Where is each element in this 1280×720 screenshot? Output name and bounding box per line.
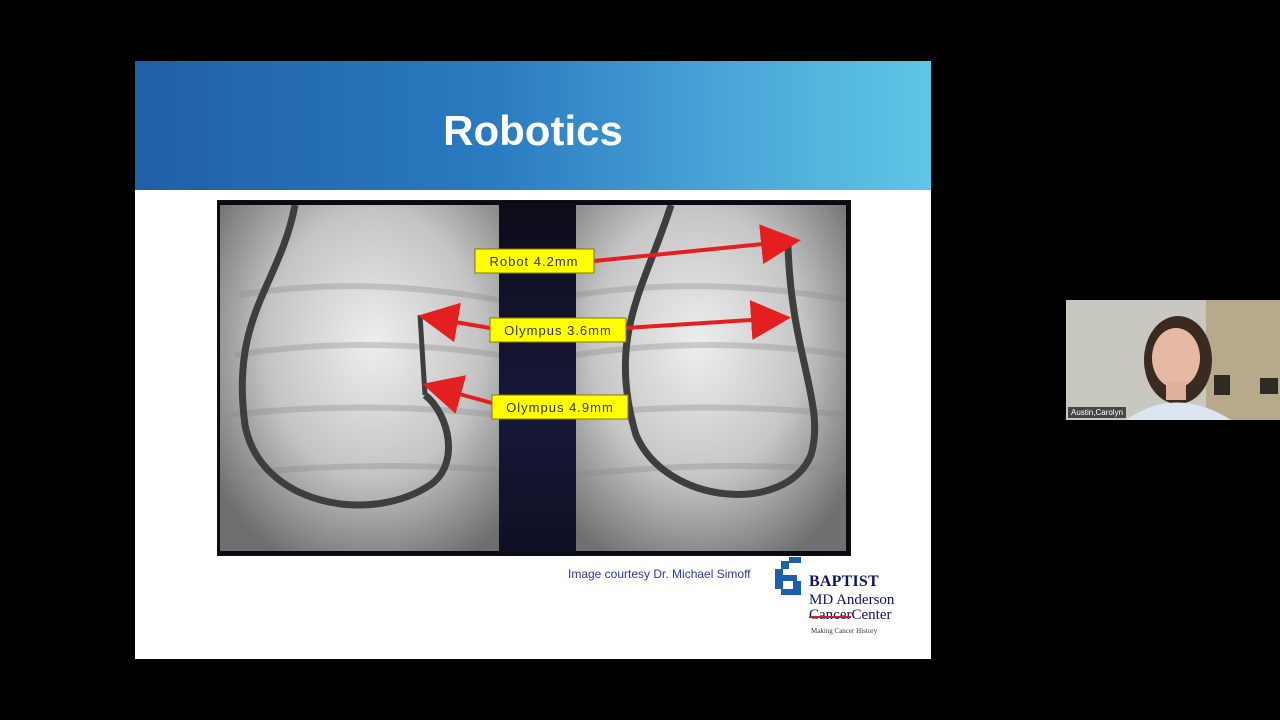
logo-tagline: Making Cancer History — [811, 627, 878, 635]
slide-header-banner: Robotics — [135, 61, 931, 190]
label-robot: Robot 4.2mm — [474, 248, 595, 274]
slide-title: Robotics — [443, 107, 623, 154]
arrow-olympus-36-left — [418, 302, 491, 343]
presentation-slide: Robotics Robot 4.2mm Olympus 3.6mm Olymp… — [135, 61, 931, 659]
logo-line-baptist: BAPTIST — [809, 573, 879, 590]
logo-strike-word: Cancer — [809, 607, 852, 623]
annotation-overlay: Robot 4.2mm Olympus 3.6mm Olympus 4.9mm — [418, 224, 801, 420]
svg-text:Olympus 3.6mm: Olympus 3.6mm — [504, 323, 612, 338]
arrow-robot — [593, 224, 801, 265]
logo-line-cancer-center: CancerCenter — [809, 607, 891, 624]
image-credit-caption: Image courtesy Dr. Michael Simoff — [568, 567, 751, 581]
xray-image: Robot 4.2mm Olympus 3.6mm Olympus 4.9mm — [217, 200, 851, 556]
label-olympus-36: Olympus 3.6mm — [489, 317, 627, 343]
arrow-olympus-36-right — [625, 300, 791, 340]
participant-avatar — [1066, 300, 1280, 420]
participant-video-tile[interactable]: Austin,Carolyn — [1066, 300, 1280, 420]
svg-text:Olympus 4.9mm: Olympus 4.9mm — [506, 400, 614, 415]
label-olympus-49: Olympus 4.9mm — [491, 394, 629, 420]
participant-name: Austin,Carolyn — [1068, 407, 1127, 418]
arrow-olympus-49 — [422, 375, 493, 414]
svg-text:Robot 4.2mm: Robot 4.2mm — [489, 254, 578, 269]
logo-center-word: Center — [851, 607, 892, 623]
